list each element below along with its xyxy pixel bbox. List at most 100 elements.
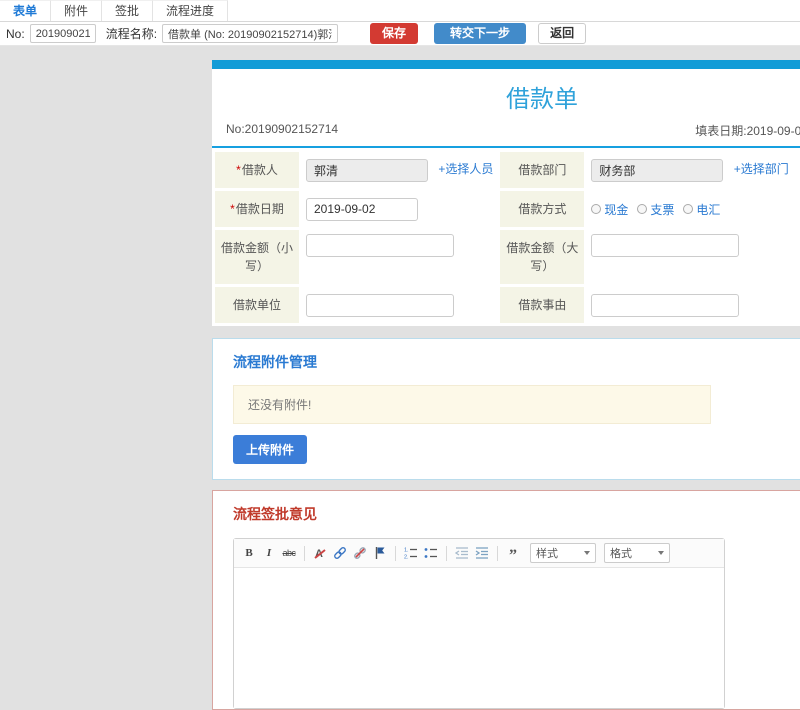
- blockquote-icon[interactable]: ”: [504, 545, 522, 564]
- unit-input[interactable]: [306, 293, 454, 317]
- date-field-cell: [302, 191, 497, 227]
- process-name-input[interactable]: [162, 24, 339, 43]
- wire-radio[interactable]: 电汇: [683, 201, 720, 218]
- chevron-down-icon: [658, 551, 664, 555]
- tab-attachment[interactable]: 附件: [51, 0, 103, 21]
- amount-big-label-cell: 借款金额（大写）: [500, 230, 585, 284]
- unit-field-cell: [302, 287, 497, 323]
- attachments-heading: 流程附件管理: [233, 354, 317, 370]
- table-row: 借款单位 借款事由: [215, 287, 800, 323]
- toolbar-separator: [395, 545, 396, 561]
- editor-toolbar: B I abc A 1.2.: [234, 539, 724, 568]
- cash-radio-label: 现金: [604, 202, 629, 217]
- upload-attachment-button[interactable]: 上传附件: [233, 435, 308, 464]
- amount-small-label-cell: 借款金额（小写）: [215, 230, 299, 284]
- reason-field-cell: [587, 287, 800, 323]
- date-label-cell: *借款日期: [215, 191, 299, 227]
- page-title: 借款单: [506, 86, 578, 113]
- tab-approval[interactable]: 签批: [102, 0, 154, 21]
- process-name-label: 流程名称:: [105, 27, 158, 41]
- borrower-input[interactable]: [306, 158, 428, 182]
- action-toolbar: No: 流程名称: 保存 转交下一步 返回: [0, 22, 800, 46]
- method-label: 借款方式: [518, 202, 567, 216]
- indent-icon[interactable]: [473, 545, 491, 562]
- bulleted-list-icon[interactable]: [422, 545, 440, 562]
- no-label: No:: [6, 26, 25, 41]
- tab-progress[interactable]: 流程进度: [153, 0, 229, 21]
- reason-label: 借款事由: [518, 298, 567, 312]
- anchor-icon[interactable]: [371, 545, 389, 562]
- tab-form[interactable]: 表单: [0, 0, 52, 21]
- link-icon[interactable]: [331, 545, 349, 562]
- save-button[interactable]: 保存: [370, 23, 419, 44]
- cheque-radio-label: 支票: [650, 202, 675, 217]
- radio-icon: [591, 204, 602, 214]
- department-label-cell: 借款部门: [500, 152, 585, 188]
- chevron-down-icon: [584, 551, 590, 555]
- table-row: *借款日期 借款方式 现金 支票 电汇: [215, 191, 800, 227]
- form-no-text: No:20190902152714: [226, 122, 339, 136]
- unit-label: 借款单位: [232, 298, 281, 312]
- style-select-label: 样式: [536, 548, 558, 560]
- radio-icon: [637, 204, 648, 214]
- header: 表单 附件 签批 流程进度 No: 流程名称: 保存 转交下一步 返回: [0, 0, 800, 46]
- no-attachments-alert: 还没有附件!: [233, 385, 711, 424]
- bold-icon[interactable]: B: [240, 545, 258, 562]
- loan-form-card: 借款单 No:20190902152714 填表日期:2019-09-02 15…: [212, 60, 800, 326]
- editor-content[interactable]: [234, 568, 724, 708]
- toolbar-separator: [497, 545, 498, 561]
- department-input[interactable]: [591, 158, 724, 182]
- unlink-icon[interactable]: [351, 545, 369, 562]
- select-department-link[interactable]: +选择部门: [734, 162, 789, 176]
- required-mark: *: [230, 202, 235, 216]
- blue-divider: [212, 146, 800, 148]
- amount-big-label: 借款金额（大写）: [506, 241, 579, 273]
- select-person-link[interactable]: +选择人员: [438, 162, 493, 176]
- amount-small-label: 借款金额（小写）: [220, 241, 293, 273]
- borrower-label: 借款人: [241, 163, 278, 177]
- next-step-button[interactable]: 转交下一步: [434, 23, 527, 44]
- unit-label-cell: 借款单位: [215, 287, 299, 323]
- borrower-field-cell: +选择人员: [302, 152, 497, 188]
- attachments-card: 流程附件管理 还没有附件! 上传附件: [212, 338, 800, 480]
- form-meta-row: No:20190902152714 填表日期:2019-09-02 15:27:…: [212, 122, 800, 146]
- svg-text:2.: 2.: [404, 555, 409, 561]
- italic-icon[interactable]: I: [260, 545, 278, 562]
- date-label: 借款日期: [235, 202, 284, 216]
- svg-text:1.: 1.: [404, 548, 409, 554]
- department-label: 借款部门: [518, 163, 567, 177]
- table-row: 借款金额（小写） 借款金额（大写）: [215, 230, 800, 284]
- radio-icon: [683, 204, 694, 214]
- reason-input[interactable]: [591, 293, 740, 317]
- approval-heading: 流程签批意见: [233, 506, 317, 522]
- main-panel: 借款单 No:20190902152714 填表日期:2019-09-02 15…: [212, 60, 800, 710]
- amount-small-input[interactable]: [306, 234, 454, 257]
- no-input[interactable]: [29, 24, 96, 43]
- format-select-label: 格式: [610, 548, 632, 560]
- outdent-icon[interactable]: [453, 545, 471, 562]
- loan-form-table: *借款人 +选择人员 借款部门 +选择部门 *借款日期: [212, 149, 800, 326]
- method-label-cell: 借款方式: [500, 191, 585, 227]
- strikethrough-icon[interactable]: abc: [280, 545, 298, 562]
- form-date-text: 填表日期:2019-09-02 15:27:14: [695, 124, 800, 138]
- toolbar-separator: [446, 545, 447, 561]
- department-field-cell: +选择部门: [587, 152, 800, 188]
- remove-format-icon[interactable]: A: [311, 545, 329, 562]
- cheque-radio[interactable]: 支票: [637, 201, 674, 218]
- rich-text-editor: B I abc A 1.2.: [233, 538, 725, 709]
- method-field-cell: 现金 支票 电汇: [587, 191, 800, 227]
- cash-radio[interactable]: 现金: [591, 201, 628, 218]
- back-button[interactable]: 返回: [538, 23, 587, 44]
- toolbar-separator: [304, 545, 305, 561]
- approval-card: 流程签批意见 B I abc A: [212, 490, 800, 710]
- format-select[interactable]: 格式: [604, 543, 670, 563]
- borrow-date-input[interactable]: [306, 197, 418, 221]
- amount-big-field-cell: [587, 230, 800, 284]
- panel-accent-bar: [212, 60, 800, 69]
- amount-big-input[interactable]: [591, 234, 740, 257]
- borrower-label-cell: *借款人: [215, 152, 299, 188]
- payment-method-radio-group: 现金 支票 电汇: [591, 201, 720, 218]
- style-select[interactable]: 样式: [530, 543, 596, 563]
- table-row: *借款人 +选择人员 借款部门 +选择部门: [215, 152, 800, 188]
- numbered-list-icon[interactable]: 1. 2.: [402, 545, 420, 562]
